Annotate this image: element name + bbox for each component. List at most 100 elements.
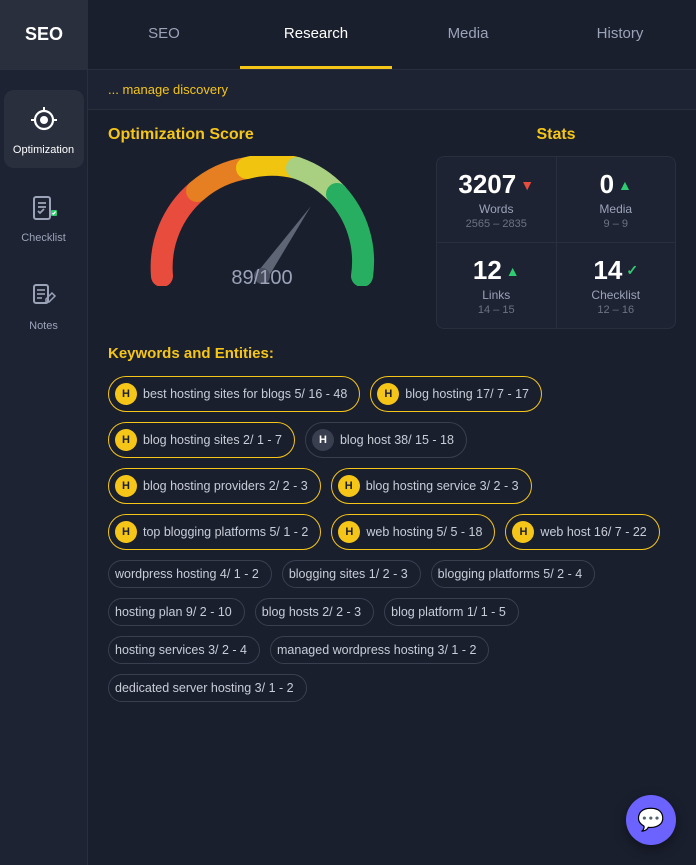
nav-item-research[interactable]: Research: [240, 0, 392, 69]
keyword-text: blog hosting sites 2/ 1 - 7: [143, 433, 282, 447]
keyword-text: blog hosting 17/ 7 - 17: [405, 387, 529, 401]
stat-checklist-value: 14 ✓: [573, 255, 660, 286]
keyword-tag[interactable]: dedicated server hosting 3/ 1 - 2: [108, 674, 307, 702]
keyword-tag[interactable]: Hweb hosting 5/ 5 - 18: [331, 514, 495, 550]
sidebar-label-notes: Notes: [29, 320, 58, 332]
keyword-badge: H: [512, 521, 534, 543]
sidebar-item-checklist[interactable]: Checklist: [4, 178, 84, 256]
stat-links: 12 ▲ Links 14 – 15: [437, 243, 556, 328]
keywords-container: Hbest hosting sites for blogs 5/ 16 - 48…: [108, 376, 676, 702]
nav-logo: SEO: [0, 0, 88, 70]
words-arrow-down: ▼: [520, 177, 534, 193]
top-navigation: SEO SEO Research Media History: [0, 0, 696, 70]
keyword-tag[interactable]: Hblog hosting service 3/ 2 - 3: [331, 468, 532, 504]
breadcrumb-text: ... manage discovery: [108, 82, 228, 97]
keyword-badge: H: [115, 429, 137, 451]
keyword-text: dedicated server hosting 3/ 1 - 2: [115, 681, 294, 695]
keyword-tag[interactable]: Htop blogging platforms 5/ 1 - 2: [108, 514, 321, 550]
keyword-tag[interactable]: Hweb host 16/ 7 - 22: [505, 514, 659, 550]
links-arrow-up: ▲: [506, 263, 520, 279]
keyword-tag[interactable]: wordpress hosting 4/ 1 - 2: [108, 560, 272, 588]
gauge-container: 89/100: [142, 156, 382, 296]
breadcrumb: ... manage discovery: [88, 70, 696, 110]
keyword-text: hosting plan 9/ 2 - 10: [115, 605, 232, 619]
keyword-text: blog hosts 2/ 2 - 3: [262, 605, 361, 619]
media-arrow-up: ▲: [618, 177, 632, 193]
score-max: /100: [254, 267, 293, 289]
keyword-text: blog host 38/ 15 - 18: [340, 433, 454, 447]
sidebar: Optimization Checklist: [0, 70, 88, 865]
content-area: Optimization Score: [88, 110, 696, 718]
keyword-text: web hosting 5/ 5 - 18: [366, 525, 482, 539]
notes-icon: [26, 278, 62, 314]
keyword-badge: H: [115, 383, 137, 405]
keyword-text: blogging platforms 5/ 2 - 4: [438, 567, 583, 581]
keyword-text: blog hosting service 3/ 2 - 3: [366, 479, 519, 493]
stat-links-value: 12 ▲: [453, 255, 540, 286]
stat-media-range: 9 – 9: [573, 218, 660, 230]
keyword-badge: H: [312, 429, 334, 451]
keyword-text: blog platform 1/ 1 - 5: [391, 605, 506, 619]
keyword-badge: H: [338, 475, 360, 497]
stat-media-label: Media: [573, 202, 660, 216]
stats-title: Stats: [436, 126, 676, 144]
sidebar-label-optimization: Optimization: [13, 144, 74, 156]
chat-button[interactable]: 💬: [626, 795, 676, 845]
keyword-tag[interactable]: hosting plan 9/ 2 - 10: [108, 598, 245, 626]
stat-checklist-range: 12 – 16: [573, 304, 660, 316]
keyword-text: wordpress hosting 4/ 1 - 2: [115, 567, 259, 581]
keyword-tag[interactable]: Hblog hosting sites 2/ 1 - 7: [108, 422, 295, 458]
nav-item-seo[interactable]: SEO: [88, 0, 240, 69]
keyword-tag[interactable]: Hblog host 38/ 15 - 18: [305, 422, 467, 458]
score-stats-row: Optimization Score: [108, 126, 676, 329]
sidebar-item-notes[interactable]: Notes: [4, 266, 84, 344]
stat-media-value: 0 ▲: [573, 169, 660, 200]
stats-section: Stats 3207 ▼ Words 2565 – 2835: [436, 126, 676, 329]
sidebar-item-optimization[interactable]: Optimization: [4, 90, 84, 168]
keyword-tag[interactable]: blogging platforms 5/ 2 - 4: [431, 560, 596, 588]
optimization-title: Optimization Score: [108, 126, 416, 144]
stat-words-value: 3207 ▼: [453, 169, 540, 200]
chat-icon: 💬: [637, 807, 664, 833]
main-layout: Optimization Checklist: [0, 70, 696, 865]
keyword-text: best hosting sites for blogs 5/ 16 - 48: [143, 387, 347, 401]
keyword-badge: H: [338, 521, 360, 543]
nav-item-history[interactable]: History: [544, 0, 696, 69]
keyword-text: blogging sites 1/ 2 - 3: [289, 567, 408, 581]
keyword-tag[interactable]: managed wordpress hosting 3/ 1 - 2: [270, 636, 489, 664]
optimization-icon: [26, 102, 62, 138]
keyword-tag[interactable]: hosting services 3/ 2 - 4: [108, 636, 260, 664]
keyword-text: web host 16/ 7 - 22: [540, 525, 646, 539]
stat-checklist-label: Checklist: [573, 288, 660, 302]
keyword-tag[interactable]: blog hosts 2/ 2 - 3: [255, 598, 374, 626]
keyword-tag[interactable]: Hblog hosting providers 2/ 2 - 3: [108, 468, 321, 504]
keyword-badge: H: [115, 521, 137, 543]
stat-words-label: Words: [453, 202, 540, 216]
keyword-tag[interactable]: Hbest hosting sites for blogs 5/ 16 - 48: [108, 376, 360, 412]
keyword-text: blog hosting providers 2/ 2 - 3: [143, 479, 308, 493]
score-value: 89: [231, 267, 253, 289]
checklist-check: ✓: [626, 262, 638, 279]
stat-links-label: Links: [453, 288, 540, 302]
stat-links-range: 14 – 15: [453, 304, 540, 316]
stat-media: 0 ▲ Media 9 – 9: [557, 157, 676, 242]
sidebar-label-checklist: Checklist: [21, 232, 66, 244]
keyword-badge: H: [115, 475, 137, 497]
score-section: Optimization Score: [108, 126, 436, 329]
keywords-title: Keywords and Entities:: [108, 345, 676, 362]
gauge-score: 89/100: [231, 241, 292, 296]
stat-words-range: 2565 – 2835: [453, 218, 540, 230]
stats-grid: 3207 ▼ Words 2565 – 2835 0 ▲ Media: [436, 156, 676, 329]
stat-words: 3207 ▼ Words 2565 – 2835: [437, 157, 556, 242]
nav-items: SEO Research Media History: [88, 0, 696, 69]
keyword-tag[interactable]: Hblog hosting 17/ 7 - 17: [370, 376, 542, 412]
checklist-icon: [26, 190, 62, 226]
stat-checklist: 14 ✓ Checklist 12 – 16: [557, 243, 676, 328]
nav-item-media[interactable]: Media: [392, 0, 544, 69]
main-content: ... manage discovery Optimization Score: [88, 70, 696, 865]
keyword-tag[interactable]: blogging sites 1/ 2 - 3: [282, 560, 421, 588]
keyword-text: managed wordpress hosting 3/ 1 - 2: [277, 643, 476, 657]
keyword-tag[interactable]: blog platform 1/ 1 - 5: [384, 598, 519, 626]
keyword-badge: H: [377, 383, 399, 405]
keyword-text: hosting services 3/ 2 - 4: [115, 643, 247, 657]
